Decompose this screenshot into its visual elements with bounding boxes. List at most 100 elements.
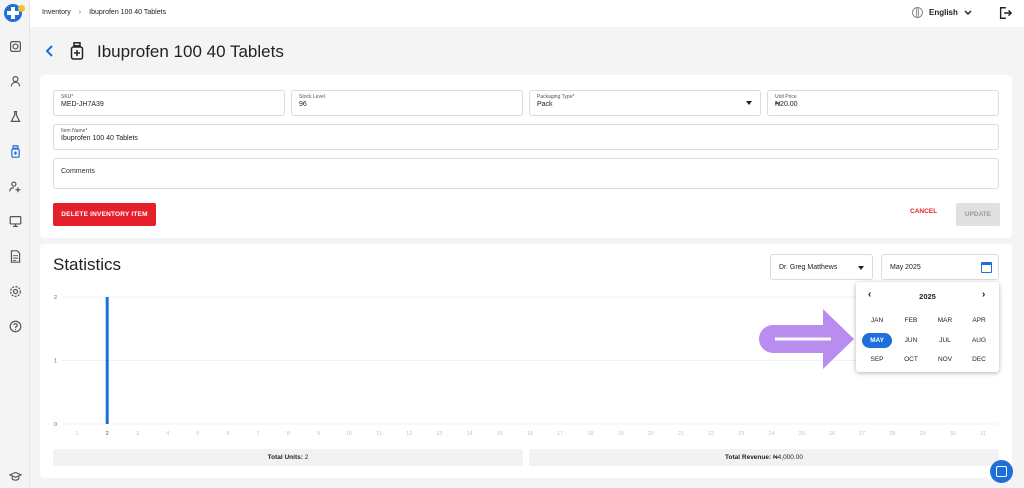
x-tick-label: 12 [406,431,412,437]
x-tick-label: 9 [317,431,320,437]
breadcrumb-separator: › [78,9,82,16]
comments-field[interactable]: Comments [53,158,999,189]
page-title: Ibuprofen 100 40 Tablets [97,42,284,61]
cancel-button[interactable]: CANCEL [910,208,937,215]
globe-icon [912,7,923,18]
x-tick-label: 10 [346,431,352,437]
delete-inventory-button[interactable]: DELETE INVENTORY ITEM [53,203,156,226]
month-aug[interactable]: AUG [964,333,994,348]
month-apr[interactable]: APR [964,313,994,328]
language-selector[interactable]: English [912,7,972,18]
nav-settings-icon[interactable] [4,280,26,302]
sku-label: SKU* [61,94,74,100]
language-label: English [929,8,958,17]
stock-level-field[interactable]: Stock Level 96 [291,90,523,116]
nav-dashboard-icon[interactable] [4,35,26,57]
update-button[interactable]: UPDATE [956,203,1000,226]
back-arrow-icon[interactable] [44,44,54,58]
nav-education-icon[interactable] [4,465,26,487]
x-tick-label: 3 [136,431,139,437]
unit-price-label: Unit Price [775,94,797,100]
month-nov[interactable]: NOV [930,352,960,367]
breadcrumb-inventory[interactable]: Inventory [42,9,71,16]
x-tick-label: 22 [708,431,714,437]
month-jul[interactable]: JUL [930,333,960,348]
month-feb[interactable]: FEB [896,313,926,328]
x-tick-label: 16 [527,431,533,437]
item-name-value: Ibuprofen 100 40 Tablets [61,135,138,142]
x-tick-label: 1 [75,431,78,437]
sku-value: MED-JH7A39 [61,101,104,108]
x-tick-label: 6 [226,431,229,437]
x-tick-label: 19 [618,431,624,437]
app-logo[interactable] [4,4,25,22]
nav-lab-icon[interactable] [4,105,26,127]
top-bar: Inventory › Ibuprofen 100 40 Tablets Eng… [30,0,1024,27]
breadcrumb-current: Ibuprofen 100 40 Tablets [89,9,167,16]
stock-level-value: 96 [299,101,307,108]
month-dec[interactable]: DEC [964,352,994,367]
total-units-label: Total Units: [267,454,303,461]
chat-support-button[interactable] [990,460,1013,483]
x-tick-label: 21 [678,431,684,437]
x-tick-label: 8 [287,431,290,437]
logo-spark [18,5,25,12]
x-tick-label: 23 [738,431,744,437]
total-revenue-value: ₦4,000.00 [772,454,803,461]
month-picker: ‹ 2025 › JAN FEB MAR APR MAY JUN JUL AUG SEP OCT N… [856,282,999,372]
chevron-down-icon [964,9,972,15]
x-tick-label: 25 [799,431,805,437]
item-name-label: Item Name* [61,128,88,134]
x-tick-label: 2 [106,431,109,437]
next-year-button[interactable]: › [982,290,985,300]
sidebar [0,0,30,488]
medicine-bottle-icon [70,42,84,60]
logout-icon[interactable] [998,6,1012,20]
nav-users-icon[interactable] [4,70,26,92]
x-tick-label: 28 [889,431,895,437]
sku-field[interactable]: SKU* MED-JH7A39 [53,90,285,116]
x-tick-label: 5 [196,431,199,437]
packaging-type-label: Packaging Type* [537,94,575,100]
unit-price-field[interactable]: Unit Price ₦20.00 [767,90,999,116]
packaging-type-select[interactable]: Packaging Type* Pack [529,90,761,116]
y-tick-label: 1 [54,359,57,365]
x-tick-label: 29 [920,431,926,437]
x-tick-label: 15 [497,431,503,437]
total-units-value: 2 [304,454,309,461]
bar [105,297,109,424]
x-tick-label: 26 [829,431,835,437]
month-jun[interactable]: JUN [896,333,926,348]
packaging-type-value: Pack [537,101,553,108]
x-tick-label: 30 [950,431,956,437]
inventory-form-card: SKU* MED-JH7A39 Stock Level 96 Packaging… [40,75,1012,238]
total-revenue: Total Revenue: ₦4,000.00 [529,449,999,466]
month-jan[interactable]: JAN [862,313,892,328]
x-tick-label: 31 [980,431,986,437]
x-tick-label: 20 [648,431,654,437]
y-tick-label: 0 [54,422,57,428]
month-may[interactable]: MAY [862,332,892,348]
nav-monitor-icon[interactable] [4,210,26,232]
unit-price-value: ₦20.00 [775,101,798,108]
stock-level-label: Stock Level [299,94,325,100]
breadcrumb: Inventory › Ibuprofen 100 40 Tablets [42,9,166,16]
month-oct[interactable]: OCT [896,352,926,367]
x-tick-label: 17 [557,431,563,437]
item-name-field[interactable]: Item Name* Ibuprofen 100 40 Tablets [53,124,999,150]
nav-inventory-icon[interactable] [4,140,26,162]
x-tick-label: 14 [467,431,473,437]
month-mar[interactable]: MAR [930,313,960,328]
comments-placeholder: Comments [61,168,95,175]
nav-help-icon[interactable] [4,315,26,337]
dropdown-caret-icon [746,101,752,105]
x-tick-label: 13 [436,431,442,437]
x-tick-label: 18 [587,431,593,437]
month-sep[interactable]: SEP [862,352,892,367]
total-units: Total Units: 2 [53,449,523,466]
x-tick-label: 27 [859,431,865,437]
nav-reports-icon[interactable] [4,245,26,267]
total-revenue-label: Total Revenue: [725,454,772,461]
nav-team-icon[interactable] [4,175,26,197]
y-tick-label: 2 [54,295,57,301]
